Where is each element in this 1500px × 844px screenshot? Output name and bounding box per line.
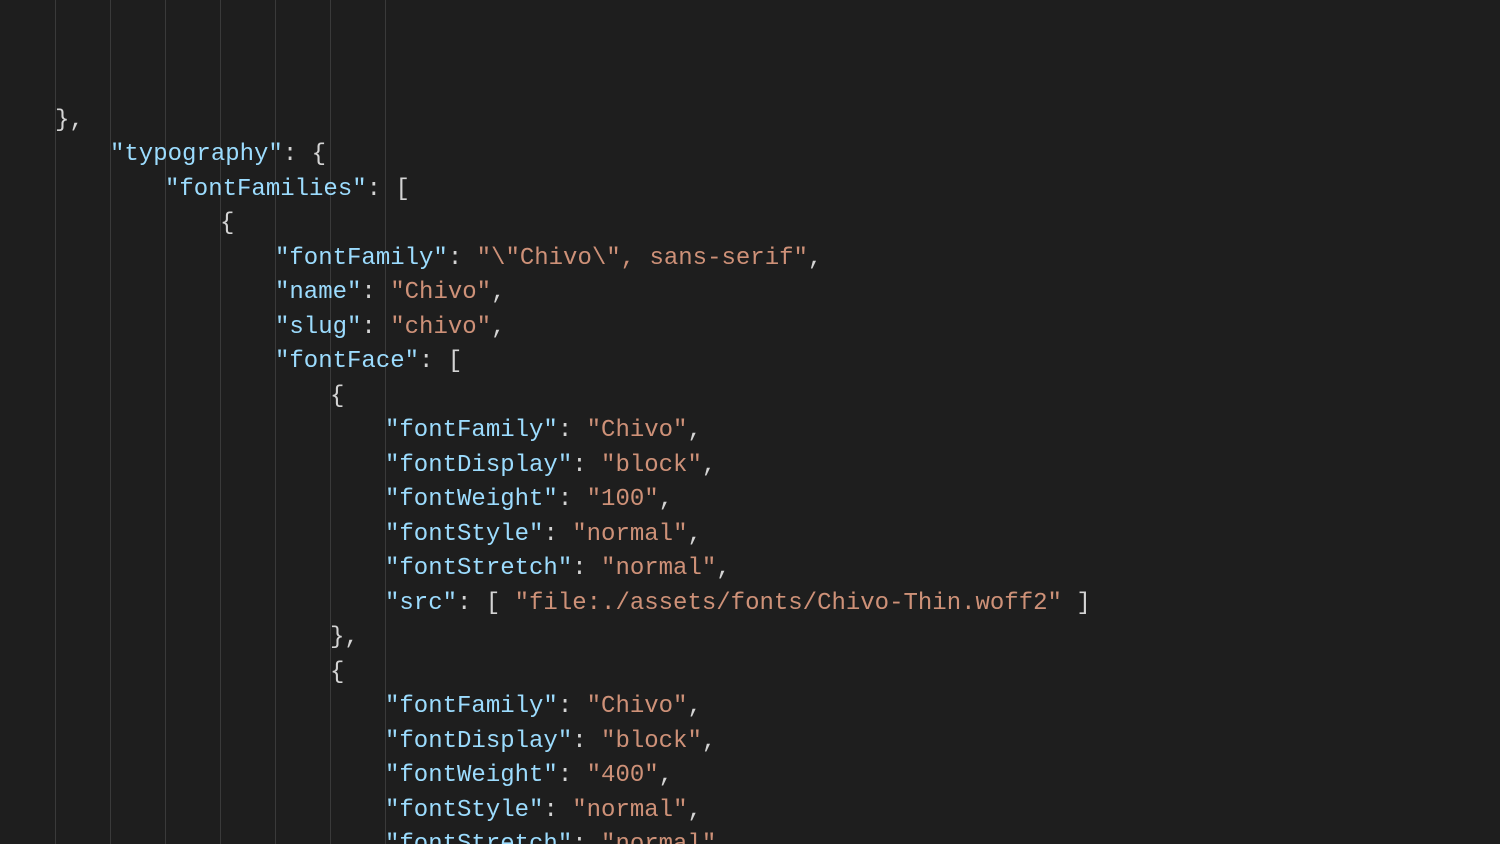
json-punct: : bbox=[543, 521, 572, 548]
json-punct: : bbox=[361, 314, 390, 341]
json-string: "normal" bbox=[601, 831, 716, 844]
json-punct: : bbox=[558, 417, 587, 444]
json-punct: ] bbox=[1062, 590, 1091, 617]
code-line[interactable]: "fontStretch": "normal", bbox=[0, 552, 1500, 587]
code-line[interactable]: "fontWeight": "400", bbox=[0, 759, 1500, 794]
json-key: "typography" bbox=[110, 141, 283, 168]
json-string: "Chivo" bbox=[587, 693, 688, 720]
json-punct: , bbox=[716, 831, 730, 844]
code-editor[interactable]: },"typography": {"fontFamilies": [{"font… bbox=[0, 0, 1500, 844]
json-punct: , bbox=[687, 521, 701, 548]
json-punct: : [ bbox=[419, 348, 462, 375]
code-line[interactable]: "fontStyle": "normal", bbox=[0, 794, 1500, 829]
json-punct: : bbox=[448, 245, 477, 272]
json-punct: , bbox=[659, 762, 673, 789]
json-key: "fontFace" bbox=[275, 348, 419, 375]
json-punct: : bbox=[572, 831, 601, 844]
code-line[interactable]: }, bbox=[0, 621, 1500, 656]
code-line[interactable]: "fontFamily": "Chivo", bbox=[0, 690, 1500, 725]
code-line[interactable]: "fontFamilies": [ bbox=[0, 173, 1500, 208]
json-string: "block" bbox=[601, 452, 702, 479]
code-line[interactable]: }, bbox=[0, 104, 1500, 139]
code-line[interactable]: { bbox=[0, 656, 1500, 691]
json-string: "file:./assets/fonts/Chivo-Thin.woff2" bbox=[515, 590, 1062, 617]
json-key: "fontDisplay" bbox=[385, 728, 572, 755]
json-punct: }, bbox=[55, 107, 84, 134]
json-punct: , bbox=[687, 693, 701, 720]
json-key: "fontDisplay" bbox=[385, 452, 572, 479]
json-key: "fontWeight" bbox=[385, 762, 558, 789]
json-key: "src" bbox=[385, 590, 457, 617]
json-string: "normal" bbox=[572, 521, 687, 548]
json-punct: , bbox=[491, 314, 505, 341]
code-line[interactable]: "fontFamily": "\"Chivo\", sans-serif", bbox=[0, 242, 1500, 277]
json-punct: , bbox=[808, 245, 822, 272]
code-line[interactable]: "fontFace": [ bbox=[0, 345, 1500, 380]
json-punct: : bbox=[572, 555, 601, 582]
json-string: "Chivo" bbox=[587, 417, 688, 444]
code-line[interactable]: "fontDisplay": "block", bbox=[0, 449, 1500, 484]
json-punct: { bbox=[220, 210, 234, 237]
code-content[interactable]: },"typography": {"fontFamilies": [{"font… bbox=[0, 104, 1500, 844]
json-punct: : bbox=[572, 728, 601, 755]
json-punct: : bbox=[558, 762, 587, 789]
json-punct: : [ bbox=[367, 176, 410, 203]
json-string: "400" bbox=[587, 762, 659, 789]
json-punct: , bbox=[491, 279, 505, 306]
json-punct: , bbox=[702, 452, 716, 479]
code-line[interactable]: "fontStyle": "normal", bbox=[0, 518, 1500, 553]
code-line[interactable]: "fontWeight": "100", bbox=[0, 483, 1500, 518]
json-key: "fontStretch" bbox=[385, 555, 572, 582]
code-line[interactable]: { bbox=[0, 380, 1500, 415]
json-punct: { bbox=[330, 383, 344, 410]
code-line[interactable]: "src": [ "file:./assets/fonts/Chivo-Thin… bbox=[0, 587, 1500, 622]
json-key: "fontFamily" bbox=[275, 245, 448, 272]
json-key: "fontStyle" bbox=[385, 521, 543, 548]
json-punct: { bbox=[330, 659, 344, 686]
json-punct: : bbox=[572, 452, 601, 479]
json-key: "slug" bbox=[275, 314, 361, 341]
json-punct: : bbox=[543, 797, 572, 824]
json-string: "\"Chivo\", sans-serif" bbox=[477, 245, 808, 272]
json-punct: }, bbox=[330, 624, 359, 651]
json-punct: , bbox=[716, 555, 730, 582]
json-punct: , bbox=[687, 797, 701, 824]
json-string: "chivo" bbox=[390, 314, 491, 341]
json-punct: : bbox=[558, 693, 587, 720]
json-string: "Chivo" bbox=[390, 279, 491, 306]
json-key: "fontFamily" bbox=[385, 693, 558, 720]
code-line[interactable]: "name": "Chivo", bbox=[0, 276, 1500, 311]
json-punct: : bbox=[361, 279, 390, 306]
json-key: "fontStretch" bbox=[385, 831, 572, 844]
json-key: "fontStyle" bbox=[385, 797, 543, 824]
json-punct: , bbox=[702, 728, 716, 755]
json-punct: : bbox=[558, 486, 587, 513]
json-string: "normal" bbox=[601, 555, 716, 582]
json-key: "fontFamily" bbox=[385, 417, 558, 444]
json-string: "100" bbox=[587, 486, 659, 513]
code-line[interactable]: "typography": { bbox=[0, 138, 1500, 173]
json-string: "block" bbox=[601, 728, 702, 755]
code-line[interactable]: "fontFamily": "Chivo", bbox=[0, 414, 1500, 449]
code-line[interactable]: { bbox=[0, 207, 1500, 242]
json-punct: : { bbox=[283, 141, 326, 168]
json-punct: , bbox=[659, 486, 673, 513]
code-line[interactable]: "slug": "chivo", bbox=[0, 311, 1500, 346]
json-punct: : [ bbox=[457, 590, 515, 617]
code-line[interactable]: "fontDisplay": "block", bbox=[0, 725, 1500, 760]
json-punct: , bbox=[687, 417, 701, 444]
json-string: "normal" bbox=[572, 797, 687, 824]
json-key: "fontFamilies" bbox=[165, 176, 367, 203]
json-key: "fontWeight" bbox=[385, 486, 558, 513]
code-line[interactable]: "fontStretch": "normal", bbox=[0, 828, 1500, 844]
json-key: "name" bbox=[275, 279, 361, 306]
